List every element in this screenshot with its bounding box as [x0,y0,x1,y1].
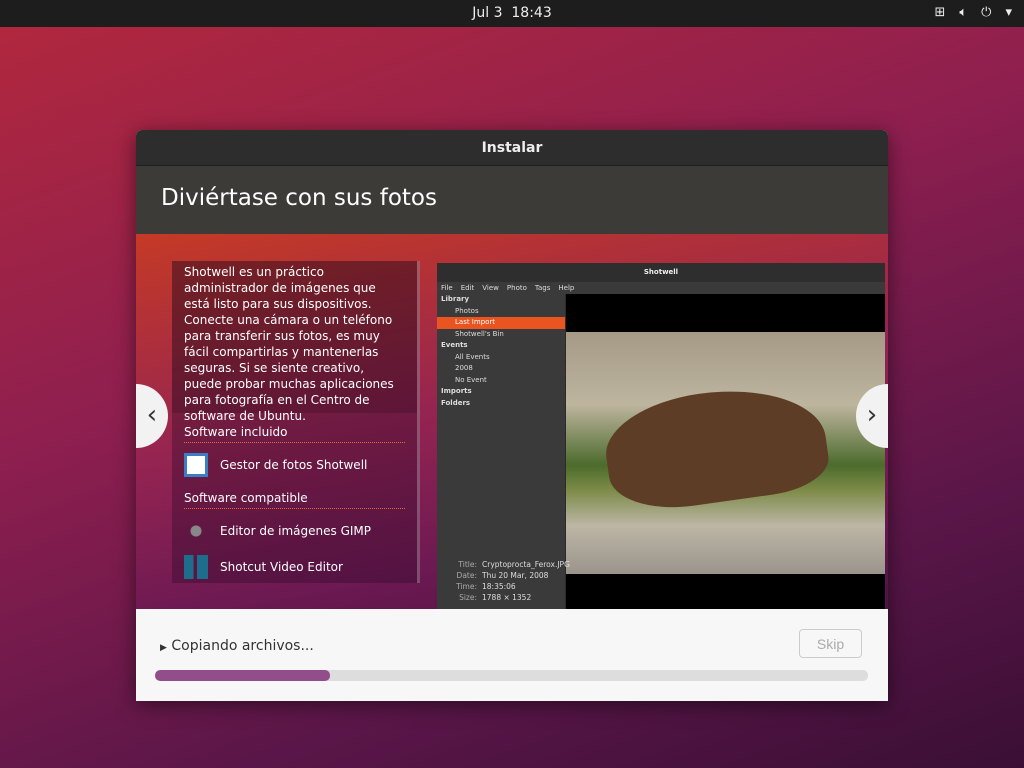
sidebar-item: Photos [455,306,479,315]
system-tray[interactable]: ⊞ 🔈︎ ⏻ ▾ [934,5,1012,20]
sidebar-item: All Events [455,352,490,361]
software-name: Gestor de fotos Shotwell [220,458,368,472]
menu-item: Photo [506,284,527,292]
shotcut-icon [184,555,208,579]
chevron-down-icon: ▾ [1005,5,1012,20]
sidebar-item: Last Import [437,317,565,329]
info-panel: Shotwell es un práctico administrador de… [172,261,420,583]
software-name: Editor de imágenes GIMP [220,524,372,538]
top-bar: Jul 3 18:43 ⊞ 🔈︎ ⏻ ▾ [0,0,1024,27]
menu-item: Tags [534,284,551,292]
progress-fill [155,670,330,681]
shotwell-screenshot: Shotwell File Edit View Photo Tags Help Libra… [437,263,885,609]
meta-value: 18:35:06 [482,582,516,591]
animal-shape [599,377,833,517]
progress-area: ▶ Copiando archivos... Skip [136,609,888,701]
sidebar-item: Imports [441,387,472,395]
software-item: Shotcut Video Editor [184,553,405,581]
menu-item: View [482,284,499,292]
skip-button[interactable]: Skip [799,629,862,658]
network-icon: ⊞ [934,5,946,20]
menu-item: File [441,284,453,292]
slide-heading: Diviértase con sus fotos [136,166,888,234]
shotwell-icon [184,453,208,477]
meta-label: Time: [456,582,477,591]
shotwell-title: Shotwell [437,263,885,282]
photo-metadata: Title: Cryptoprocta_Ferox.JPG Date: Thu 20… [451,559,570,603]
power-icon: ⏻ [981,5,992,20]
sidebar-item: 2008 [455,364,473,372]
sidebar-item: Events [441,341,468,349]
meta-value: Thu 20 Mar, 2008 [482,571,549,580]
status-expander[interactable]: ▶ Copiando archivos... [160,638,314,654]
included-label: Software incluido [184,425,405,443]
photo-view [566,294,885,609]
meta-label: Size: [459,593,477,602]
sidebar-item: No Event [455,375,487,384]
slide-description: Shotwell es un práctico administrador de… [172,261,417,423]
shotwell-menu: File Edit View Photo Tags Help [437,282,885,294]
clock[interactable]: Jul 3 18:43 [0,5,1024,21]
menu-item: Edit [460,284,475,292]
menu-item: Help [558,284,575,292]
meta-label: Title: [458,560,477,569]
slideshow: Shotwell es un práctico administrador de… [136,234,888,609]
sidebar-item: Folders [441,398,471,407]
software-item: Editor de imágenes GIMP [184,517,405,545]
meta-value: Cryptoprocta_Ferox.JPG [482,560,570,569]
progress-bar [155,670,868,681]
sidebar-item: Library [441,295,470,303]
software-item: Gestor de fotos Shotwell [184,451,405,479]
compatible-label: Software compatible [184,491,405,509]
meta-label: Date: [456,571,477,580]
gimp-icon [184,519,208,543]
expander-arrow-icon: ▶ [160,643,167,653]
fossa-photo [566,332,885,574]
meta-value: 1788 × 1352 [482,593,532,602]
window-title: Instalar [136,130,888,166]
previous-slide-button[interactable]: ‹ [136,384,168,448]
status-text: Copiando archivos... [171,638,314,654]
installer-window: Instalar Diviértase con sus fotos Shotwe… [136,130,888,701]
time: 18:43 [511,5,552,21]
date: Jul 3 [472,5,503,21]
software-name: Shotcut Video Editor [220,560,343,574]
volume-icon: 🔈︎ [959,5,968,20]
sidebar-item: Shotwell's Bin [455,329,504,338]
